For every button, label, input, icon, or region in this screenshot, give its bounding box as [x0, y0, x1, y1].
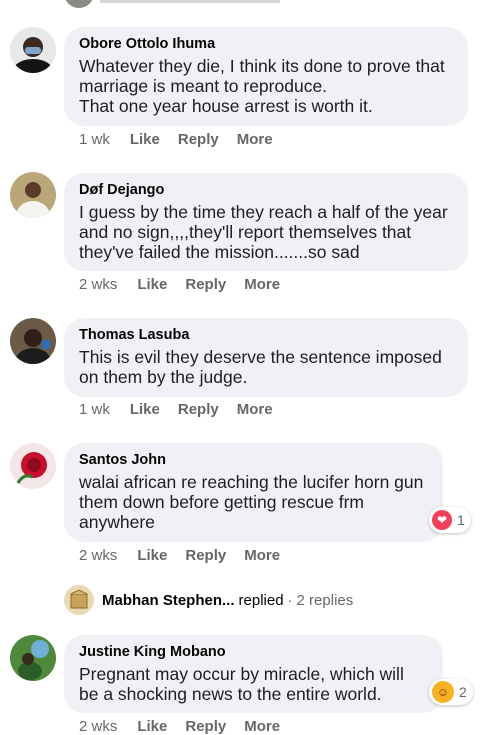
- red-rose-avatar-icon: [10, 443, 56, 489]
- reaction-summary[interactable]: ❤ 1: [429, 507, 471, 533]
- comment-text: This is evil they deserve the sentence i…: [79, 347, 442, 387]
- love-heart-icon: ❤: [432, 510, 452, 530]
- more-button[interactable]: More: [244, 276, 280, 293]
- comment-actions: 1 wk Like Reply More: [79, 401, 291, 418]
- comment-author[interactable]: Thomas Lasuba: [79, 326, 453, 344]
- more-button[interactable]: More: [237, 401, 273, 418]
- view-replies-link[interactable]: Mabhan Stephen... replied · 2 replies: [64, 585, 353, 615]
- comment-text: walai african re reaching the lucifer ho…: [79, 472, 424, 532]
- more-button[interactable]: More: [237, 131, 273, 148]
- comment-bubble[interactable]: Obore Ottolo Ihuma Whatever they die, I …: [64, 27, 468, 126]
- avatar[interactable]: [10, 318, 56, 364]
- reply-separator: ·: [287, 591, 293, 609]
- comment-actions: 2 wks Like Reply More: [79, 547, 298, 564]
- comment-bubble[interactable]: Santos John walai african re reaching th…: [64, 443, 443, 542]
- reply-author: Mabhan Stephen...: [102, 591, 235, 609]
- comment-text-line2: That one year house arrest is worth it.: [79, 96, 373, 116]
- avatar[interactable]: [10, 635, 56, 681]
- like-button[interactable]: Like: [137, 718, 167, 735]
- reply-button[interactable]: Reply: [185, 718, 226, 735]
- avatar-partial[interactable]: [64, 0, 94, 8]
- comment-bubble[interactable]: Døf Dejango I guess by the time they rea…: [64, 173, 468, 271]
- comment-author[interactable]: Obore Ottolo Ihuma: [79, 35, 453, 53]
- reaction-summary[interactable]: ☺ 2: [429, 679, 473, 705]
- reply-count: 2 replies: [296, 591, 354, 609]
- partial-reply-line: [100, 0, 280, 3]
- person-green-avatar-icon: [10, 635, 56, 681]
- reply-button[interactable]: Reply: [185, 276, 226, 293]
- comment-text: Pregnant may occur by miracle, which wil…: [79, 664, 404, 704]
- person-white-shirt-avatar-icon: [10, 172, 56, 218]
- comment-time[interactable]: 2 wks: [79, 718, 117, 735]
- reply-avatar: [64, 585, 94, 615]
- comment-author[interactable]: Justine King Mobano: [79, 643, 428, 661]
- person-mask-avatar-icon: [10, 27, 56, 73]
- comment-author[interactable]: Santos John: [79, 451, 428, 469]
- reply-button[interactable]: Reply: [178, 401, 219, 418]
- haha-laugh-icon: ☺: [432, 681, 454, 703]
- more-button[interactable]: More: [244, 547, 280, 564]
- comment-actions: 2 wks Like Reply More: [79, 718, 298, 735]
- avatar[interactable]: [10, 172, 56, 218]
- comment-time[interactable]: 2 wks: [79, 547, 117, 564]
- avatar[interactable]: [10, 443, 56, 489]
- reaction-count: 1: [457, 512, 465, 528]
- like-button[interactable]: Like: [130, 401, 160, 418]
- comment-time[interactable]: 1 wk: [79, 131, 110, 148]
- avatar[interactable]: [10, 27, 56, 73]
- comment-author[interactable]: Døf Dejango: [79, 181, 453, 199]
- reply-button[interactable]: Reply: [178, 131, 219, 148]
- comment-bubble[interactable]: Justine King Mobano Pregnant may occur b…: [64, 635, 443, 713]
- reaction-count: 2: [459, 684, 467, 700]
- comment-text: Whatever they die, I think its done to p…: [79, 56, 445, 96]
- like-button[interactable]: Like: [137, 276, 167, 293]
- comment-time[interactable]: 1 wk: [79, 401, 110, 418]
- like-button[interactable]: Like: [137, 547, 167, 564]
- comment-actions: 2 wks Like Reply More: [79, 276, 298, 293]
- like-button[interactable]: Like: [130, 131, 160, 148]
- comment-actions: 1 wk Like Reply More: [79, 131, 291, 148]
- reply-action: replied: [238, 591, 284, 609]
- more-button[interactable]: More: [244, 718, 280, 735]
- comment-bubble[interactable]: Thomas Lasuba This is evil they deserve …: [64, 318, 468, 397]
- person-dark-avatar-icon: [10, 318, 56, 364]
- comment-text: I guess by the time they reach a half of…: [79, 202, 448, 262]
- reply-button[interactable]: Reply: [185, 547, 226, 564]
- box-avatar-icon: [64, 585, 94, 615]
- comment-time[interactable]: 2 wks: [79, 276, 117, 293]
